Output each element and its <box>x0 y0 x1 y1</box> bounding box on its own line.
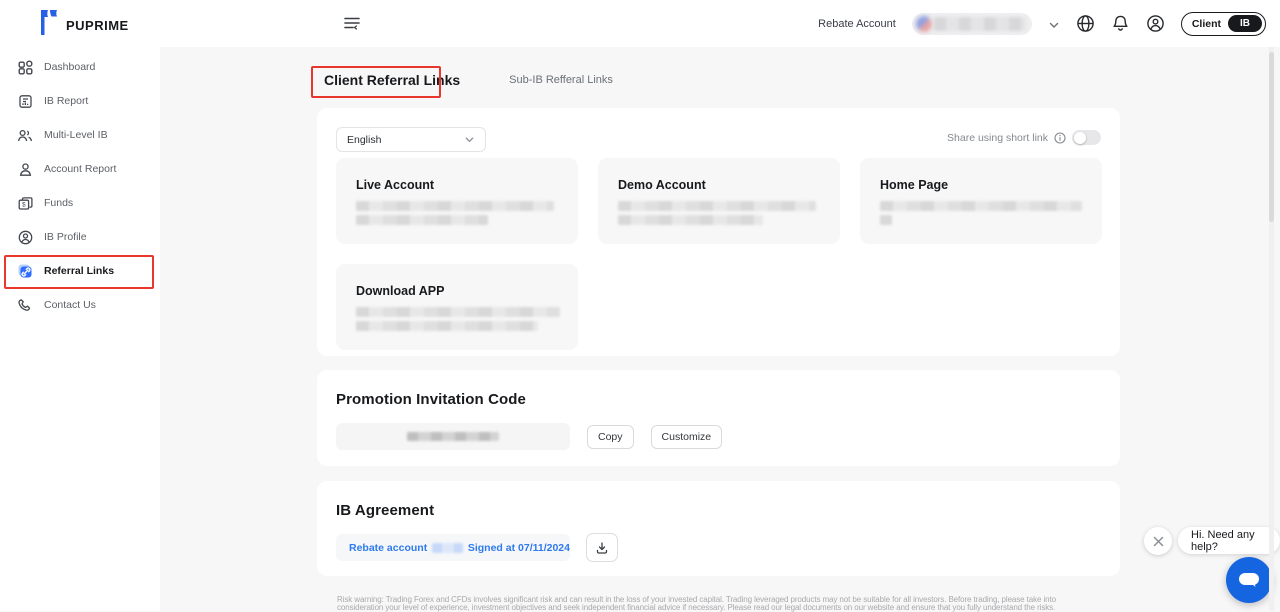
short-link-toggle[interactable] <box>1072 130 1101 145</box>
sidebar-item-label: Account Report <box>44 163 116 175</box>
risk-warning: Risk warning: Trading Forex and CFDs inv… <box>337 596 1095 612</box>
language-select[interactable]: English <box>336 127 486 152</box>
sidebar-item-account-report[interactable]: Account Report <box>0 152 160 186</box>
sidebar-item-multi-level-ib[interactable]: Multi-Level IB <box>0 118 160 152</box>
card-title: Live Account <box>356 178 578 192</box>
risk-warning-line1: Risk warning: Trading Forex and CFDs inv… <box>337 596 1095 604</box>
multi-level-ib-icon <box>17 127 33 143</box>
sidebar-item-label: IB Report <box>44 95 88 107</box>
tab-sub-ib-refferal-links[interactable]: Sub-IB Refferal Links <box>509 74 613 86</box>
info-icon <box>1054 132 1066 144</box>
chevron-down-icon[interactable] <box>1048 18 1060 30</box>
chevron-down-icon <box>464 134 475 145</box>
redacted-code <box>407 432 499 441</box>
sidebar-item-dashboard[interactable]: Dashboard <box>0 50 160 84</box>
close-icon <box>1153 536 1164 547</box>
sidebar-item-label: IB Profile <box>44 231 87 243</box>
agreement-prefix: Rebate account <box>349 542 427 554</box>
redacted-link-line <box>880 201 1082 211</box>
promotion-code-field[interactable] <box>336 423 570 450</box>
chat-greeting-text: Hi. Need any help? <box>1191 529 1267 553</box>
rebate-account-selector[interactable] <box>912 13 1032 35</box>
sidebar-item-ib-profile[interactable]: IB Profile <box>0 220 160 254</box>
referral-links-icon <box>17 263 33 279</box>
puprime-logo-icon <box>38 9 59 41</box>
ib-report-icon <box>17 93 33 109</box>
language-select-value: English <box>347 134 381 146</box>
referral-cards: Live Account Demo Account Home Page Down… <box>336 158 1102 350</box>
promotion-title: Promotion Invitation Code <box>336 391 526 408</box>
agreement-row: Rebate account Signed at 07/11/2024 <box>336 533 618 562</box>
sidebar-item-label: Contact Us <box>44 299 96 311</box>
redacted-account <box>432 543 463 553</box>
redacted-link-line <box>356 307 560 317</box>
redacted-link-line <box>356 201 554 211</box>
sidebar-item-label: Multi-Level IB <box>44 129 108 141</box>
notifications-bell-icon[interactable] <box>1111 14 1130 33</box>
chat-greeting-bubble[interactable]: Hi. Need any help? <box>1178 527 1280 554</box>
profile-avatar-icon[interactable] <box>1146 14 1165 33</box>
card-title: Demo Account <box>618 178 840 192</box>
sidebar-item-funds[interactable]: $ Funds <box>0 186 160 220</box>
card-title: Home Page <box>880 178 1102 192</box>
agreement-title: IB Agreement <box>336 502 434 519</box>
card-download-app[interactable]: Download APP <box>336 264 578 350</box>
customize-button[interactable]: Customize <box>651 425 723 449</box>
sidebar-item-contact-us[interactable]: Contact Us <box>0 288 160 322</box>
svg-text:$: $ <box>22 201 26 208</box>
sidebar-item-label: Funds <box>44 197 73 209</box>
redacted-link-line <box>880 215 892 225</box>
redacted-link-line <box>618 201 816 211</box>
referral-tabs: Client Referral Links Sub-IB Refferal Li… <box>317 66 613 94</box>
top-header: Rebate Account Client IB <box>160 0 1280 47</box>
card-home-page[interactable]: Home Page <box>860 158 1102 244</box>
collapse-sidebar-icon[interactable] <box>343 14 363 32</box>
short-link-control: Share using short link <box>947 130 1101 145</box>
chat-close-button[interactable] <box>1144 527 1172 555</box>
scrollbar-thumb[interactable] <box>1269 52 1274 222</box>
toggle-knob <box>1074 132 1086 144</box>
rebate-account-label: Rebate Account <box>818 18 896 30</box>
header-right-cluster: Rebate Account Client IB <box>818 0 1266 47</box>
promotion-row: Copy Customize <box>336 423 722 450</box>
language-globe-icon[interactable] <box>1076 14 1095 33</box>
ib-profile-icon <box>17 229 33 245</box>
redacted-link-line <box>618 215 763 225</box>
chat-bubble-icon <box>1237 570 1261 590</box>
chat-launcher-button[interactable] <box>1226 557 1272 603</box>
role-client-label[interactable]: Client <box>1192 18 1221 30</box>
funds-icon: $ <box>17 195 33 211</box>
role-ib-selected-pill[interactable]: IB <box>1228 15 1262 32</box>
redacted-link-line <box>356 321 538 331</box>
short-link-label: Share using short link <box>947 132 1048 144</box>
account-redacted-value <box>934 17 1026 31</box>
dashboard-icon <box>17 59 33 75</box>
agreement-signed-date: Signed at 07/11/2024 <box>468 542 570 554</box>
client-ib-role-toggle[interactable]: Client IB <box>1181 12 1266 36</box>
ib-agreement-panel: IB Agreement Rebate account Signed at 07… <box>317 481 1120 576</box>
promotion-code-panel: Promotion Invitation Code Copy Customize <box>317 370 1120 466</box>
copy-button[interactable]: Copy <box>587 425 634 449</box>
card-title: Download APP <box>356 284 578 298</box>
download-icon <box>595 541 609 555</box>
card-live-account[interactable]: Live Account <box>336 158 578 244</box>
account-flag-icon <box>916 16 932 32</box>
sidebar-item-ib-report[interactable]: IB Report <box>0 84 160 118</box>
agreement-link[interactable]: Rebate account Signed at 07/11/2024 <box>336 534 570 561</box>
referral-links-panel: English Share using short link Live Acco… <box>317 108 1120 356</box>
contact-us-icon <box>17 297 33 313</box>
account-report-icon <box>17 161 33 177</box>
redacted-link-line <box>356 215 488 225</box>
brand-logo-text: PUPRIME <box>66 18 129 33</box>
sidebar-item-label: Dashboard <box>44 61 95 73</box>
sidebar-item-referral-links[interactable]: Referral Links <box>0 254 160 288</box>
sidebar: PUPRIME Dashboard IB Report <box>0 0 160 611</box>
tab-client-referral-links[interactable]: Client Referral Links <box>317 67 467 93</box>
sidebar-item-label: Referral Links <box>44 265 114 277</box>
sidebar-nav: Dashboard IB Report Multi-Level IB <box>0 50 160 322</box>
download-agreement-button[interactable] <box>586 533 618 562</box>
brand-logo: PUPRIME <box>38 9 129 41</box>
card-demo-account[interactable]: Demo Account <box>598 158 840 244</box>
